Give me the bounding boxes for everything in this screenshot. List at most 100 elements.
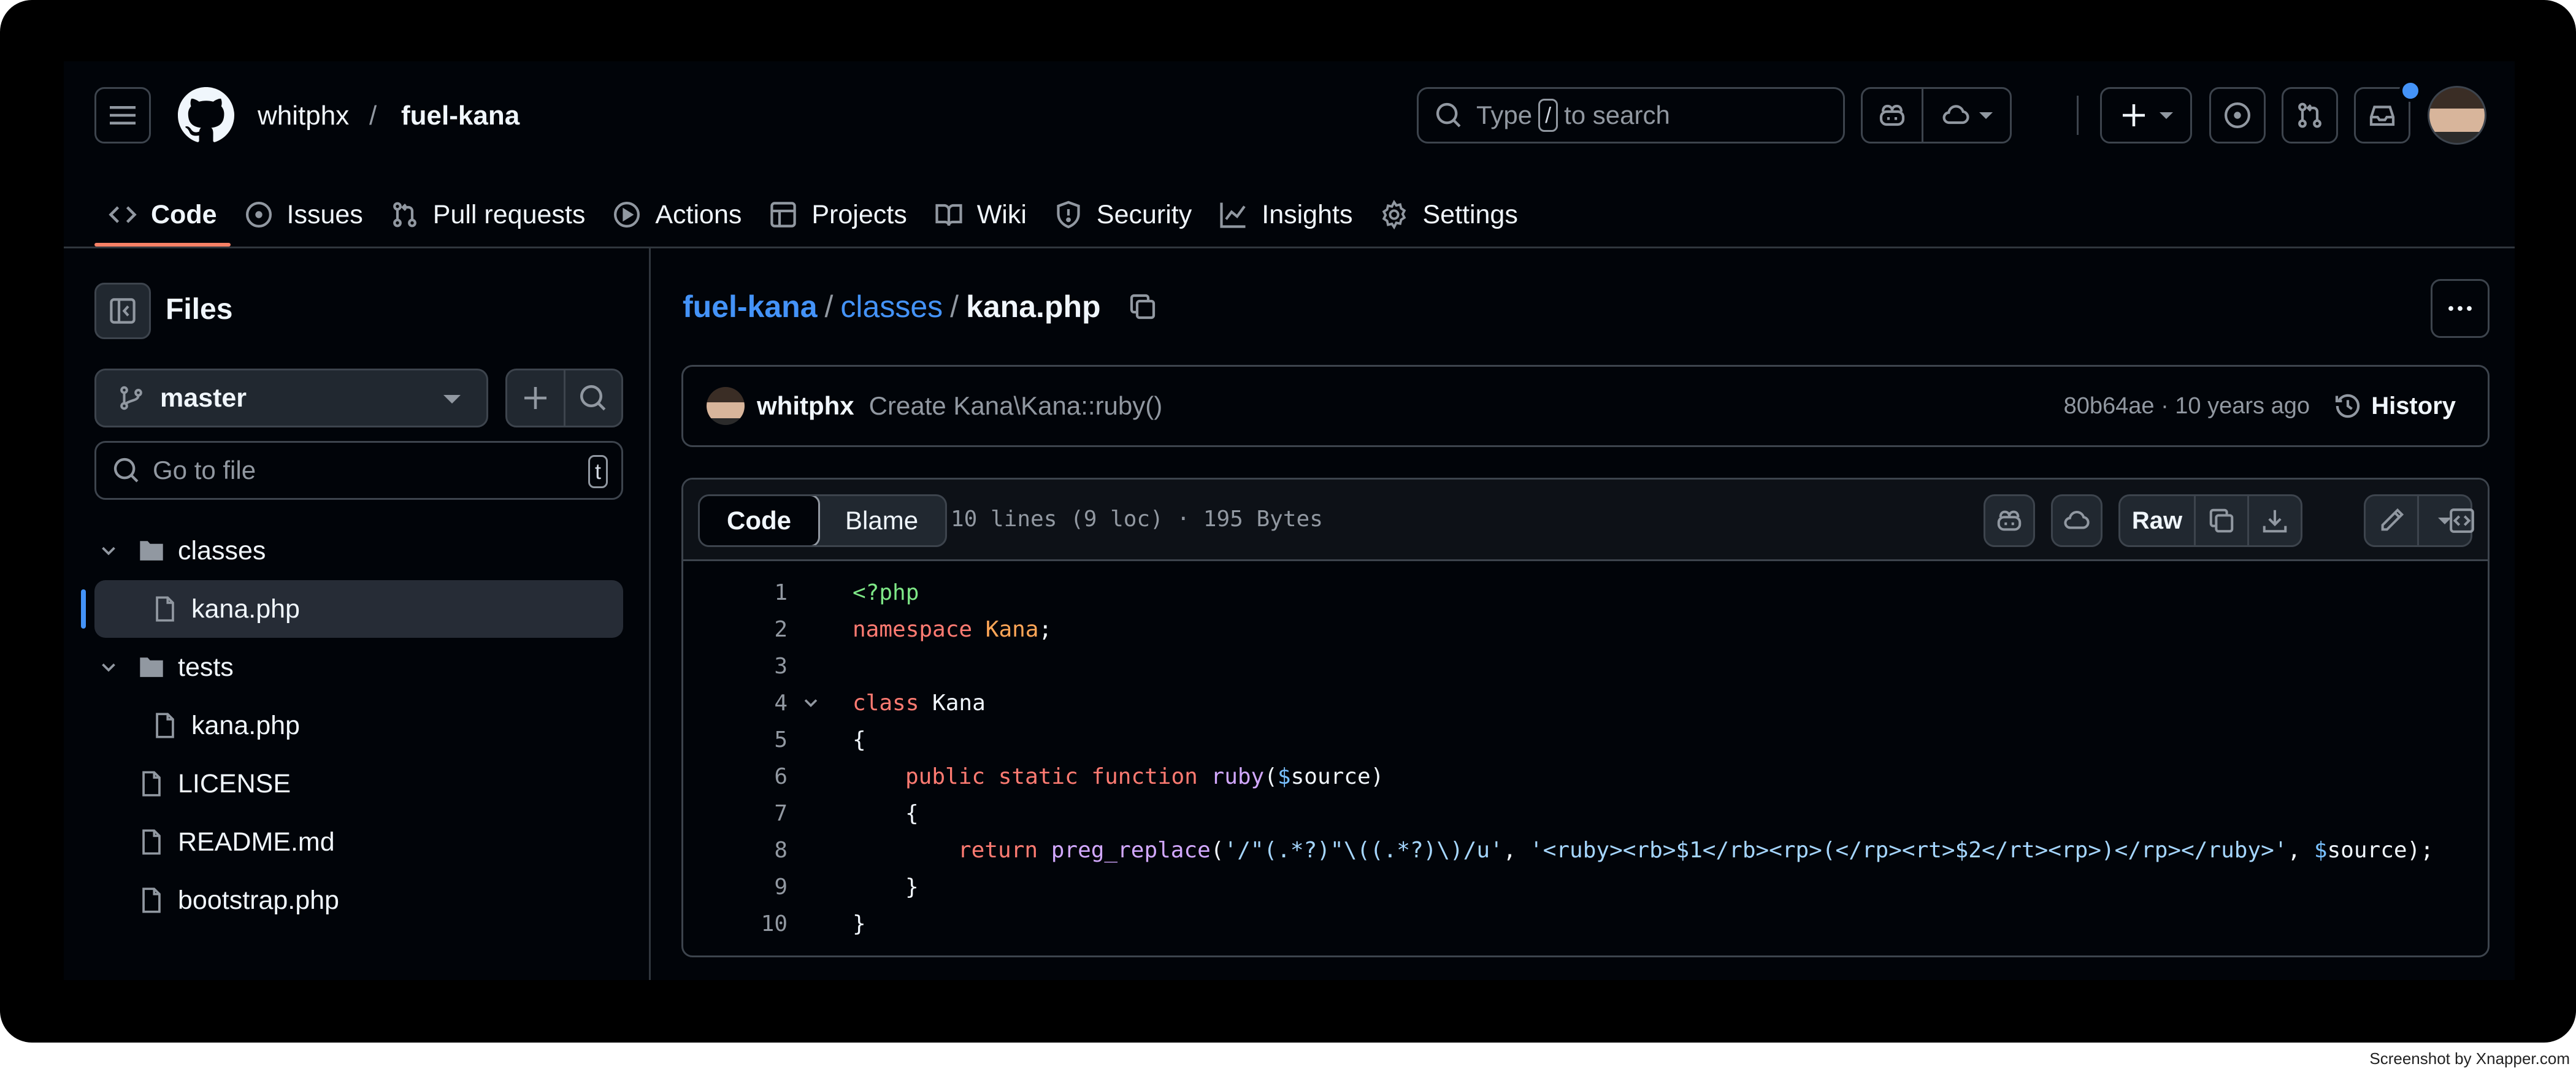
code-line: 5 { xyxy=(683,721,865,758)
tree-file-license[interactable]: LICENSE xyxy=(94,755,623,813)
code-line: 7 { xyxy=(683,795,918,832)
line-number[interactable]: 1 xyxy=(683,580,788,605)
search-input[interactable]: Type / to search xyxy=(1417,87,1845,144)
file-icon xyxy=(142,829,161,855)
tree-file-tests-kana-php[interactable]: kana.php xyxy=(94,697,623,754)
breadcrumb-repo-link[interactable]: fuel-kana xyxy=(683,289,818,324)
file-tree-sidebar: Files master Go to file t classes kana.p… xyxy=(64,248,651,980)
tree-label: kana.php xyxy=(191,710,300,740)
book-icon xyxy=(935,204,962,226)
more-options-button[interactable] xyxy=(2431,279,2490,338)
pull-requests-button[interactable] xyxy=(2282,87,2338,144)
history-button[interactable]: History xyxy=(2333,391,2456,421)
tab-wiki[interactable]: Wiki xyxy=(921,183,1040,247)
github-logo-icon[interactable] xyxy=(178,87,234,144)
tab-code[interactable]: Code xyxy=(94,183,231,247)
fold-chevron-icon[interactable] xyxy=(800,692,822,714)
code-view-button[interactable]: Code xyxy=(700,496,820,545)
raw-button[interactable]: Raw xyxy=(2120,496,2194,545)
copilot-icon xyxy=(1997,510,2022,531)
line-number[interactable]: 10 xyxy=(683,911,788,936)
hamburger-menu-button[interactable] xyxy=(94,87,151,144)
code-token: $ xyxy=(2313,837,2328,863)
tree-label: bootstrap.php xyxy=(178,885,339,915)
history-label: History xyxy=(2371,392,2456,419)
tab-actions-label: Actions xyxy=(655,199,742,229)
search-shortcut-key: / xyxy=(1538,99,1558,132)
commit-message[interactable]: Create Kana\Kana::ruby() xyxy=(869,391,1163,421)
pull-request-icon xyxy=(2298,102,2321,128)
folder-icon xyxy=(140,541,163,561)
repo-owner-link[interactable]: whitphx xyxy=(258,101,349,131)
copilot-menu-button[interactable] xyxy=(1923,89,2010,142)
tab-pull-requests-label: Pull requests xyxy=(432,199,586,229)
branch-name: master xyxy=(160,383,247,413)
add-file-button[interactable] xyxy=(507,370,564,426)
breadcrumb-dir-link[interactable]: classes xyxy=(840,289,943,324)
line-number[interactable]: 2 xyxy=(683,617,788,642)
go-to-file-input[interactable]: Go to file t xyxy=(94,441,623,500)
branch-icon xyxy=(120,386,142,410)
symbols-button[interactable] xyxy=(2436,494,2488,547)
tree-file-kana-php[interactable]: kana.php xyxy=(94,580,623,638)
file-icon xyxy=(156,713,174,738)
code-token: class xyxy=(853,690,919,716)
code-token: Kana xyxy=(985,616,1039,642)
edit-button[interactable] xyxy=(2366,496,2417,545)
create-new-button[interactable] xyxy=(2100,87,2192,144)
branch-selector[interactable]: master xyxy=(94,369,488,427)
line-number[interactable]: 5 xyxy=(683,727,788,752)
code-token: ) xyxy=(1370,764,1384,789)
issue-icon xyxy=(245,201,272,228)
tab-security[interactable]: Security xyxy=(1040,183,1205,247)
cloud-button[interactable] xyxy=(2051,494,2103,547)
tree-file-readme[interactable]: README.md xyxy=(94,813,623,871)
line-number[interactable]: 6 xyxy=(683,764,788,789)
blame-view-button[interactable]: Blame xyxy=(818,496,945,545)
breadcrumb-separator: / xyxy=(824,289,834,324)
line-number[interactable]: 7 xyxy=(683,801,788,826)
plus-icon xyxy=(2123,104,2145,126)
tab-projects[interactable]: Projects xyxy=(755,183,920,247)
copy-path-icon[interactable] xyxy=(1128,292,1157,321)
code-token: , xyxy=(1503,837,1530,863)
line-number[interactable]: 9 xyxy=(683,875,788,900)
go-to-file-shortcut-key: t xyxy=(588,455,608,488)
copy-raw-button[interactable] xyxy=(2194,496,2247,545)
tab-settings[interactable]: Settings xyxy=(1366,183,1531,247)
code-token: return xyxy=(958,837,1038,863)
tree-file-bootstrap[interactable]: bootstrap.php xyxy=(94,871,623,929)
tab-wiki-label: Wiki xyxy=(976,199,1027,229)
commit-meta[interactable]: 80b64ae · 10 years ago xyxy=(2064,393,2310,419)
tree-folder-classes[interactable]: classes xyxy=(94,522,623,580)
repo-name-link[interactable]: fuel-kana xyxy=(401,101,519,131)
go-to-file-placeholder: Go to file xyxy=(153,456,256,484)
line-number[interactable]: 8 xyxy=(683,838,788,863)
breadcrumb-file: kana.php xyxy=(966,289,1101,324)
avatar[interactable] xyxy=(707,387,745,425)
commit-author[interactable]: whitphx xyxy=(757,391,854,421)
chevron-down-icon xyxy=(102,546,115,556)
search-files-button[interactable] xyxy=(563,370,622,426)
code-token: $ xyxy=(1277,764,1291,789)
tab-insights[interactable]: Insights xyxy=(1205,183,1366,247)
code-token: } xyxy=(905,874,919,900)
line-number[interactable]: 4 xyxy=(683,691,788,716)
collapse-sidebar-button[interactable] xyxy=(94,283,151,339)
copilot-button[interactable] xyxy=(1863,89,1923,142)
user-avatar[interactable] xyxy=(2428,86,2486,145)
gear-icon xyxy=(1382,200,1406,229)
line-number[interactable]: 3 xyxy=(683,654,788,679)
selected-indicator xyxy=(81,589,86,629)
tree-label: LICENSE xyxy=(178,768,291,798)
tab-issues[interactable]: Issues xyxy=(231,183,377,247)
tab-pull-requests[interactable]: Pull requests xyxy=(377,183,599,247)
table-icon xyxy=(770,202,797,228)
copilot-ask-button[interactable] xyxy=(1984,494,2035,547)
tree-folder-tests[interactable]: tests xyxy=(94,638,623,696)
tab-actions[interactable]: Actions xyxy=(599,183,755,247)
issues-button[interactable] xyxy=(2209,87,2266,144)
download-button[interactable] xyxy=(2247,496,2301,545)
latest-commit-bar: whitphx Create Kana\Kana::ruby() 80b64ae… xyxy=(681,365,2490,447)
tab-code-label: Code xyxy=(151,199,217,229)
